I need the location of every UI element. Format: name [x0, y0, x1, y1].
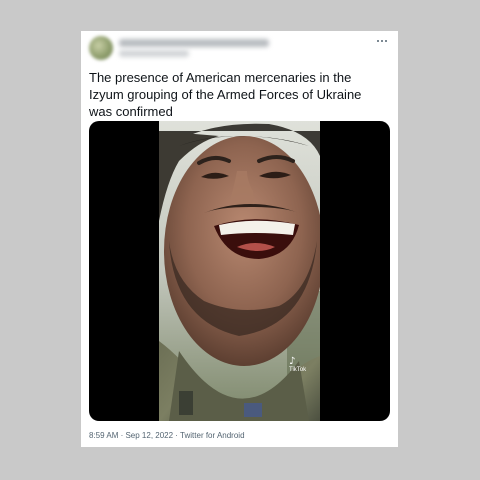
display-name-redacted[interactable] [119, 39, 269, 47]
tweet-card: The presence of American mercenaries in … [81, 31, 398, 447]
tweet-time[interactable]: 8:59 AM [89, 431, 118, 440]
watermark-brand: TikTok [289, 367, 307, 373]
watermark-handle-redacted [289, 374, 317, 381]
meta-separator: · [173, 431, 181, 440]
tiktok-note-icon: ♪ [289, 356, 296, 367]
username-redacted[interactable] [119, 50, 189, 57]
tweet-text: The presence of American mercenaries in … [89, 70, 362, 119]
video-frame[interactable]: ♪ TikTok [159, 121, 320, 421]
more-options-icon[interactable] [374, 34, 390, 48]
tiktok-watermark: ♪ TikTok [289, 357, 317, 381]
avatar[interactable] [89, 36, 113, 60]
tweet-metadata: 8:59 AM · Sep 12, 2022 · Twitter for And… [89, 431, 245, 441]
tweet-client[interactable]: Twitter for Android [180, 431, 244, 440]
tweet-date[interactable]: Sep 12, 2022 [125, 431, 173, 440]
tweet-video[interactable]: ♪ TikTok [89, 121, 390, 421]
